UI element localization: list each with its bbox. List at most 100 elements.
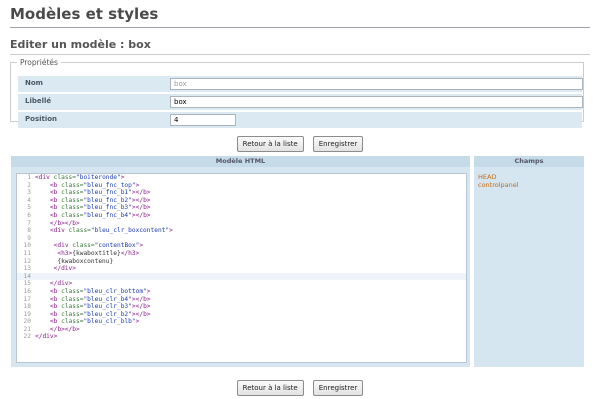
code-token: class= <box>61 318 84 326</box>
code-token: ></b> <box>131 189 151 197</box>
code-token: class= <box>61 295 84 303</box>
line-number: 22 <box>23 333 31 341</box>
code-token: ></b> <box>131 310 151 318</box>
fields-panel: HEAD controlpanel <box>474 167 584 367</box>
line-number: 11 <box>23 249 31 257</box>
code-line[interactable]: 19 <b class="bleu_clr_b2"></b> <box>17 311 466 319</box>
code-token: class= <box>72 242 95 250</box>
save-button[interactable]: Enregistrer <box>312 380 364 396</box>
code-token: class= <box>61 211 84 219</box>
code-line[interactable]: 21 </b></b> <box>17 326 466 334</box>
code-token: "bleu_clr_b3" <box>83 303 132 311</box>
code-token: "bleu_fnc_top" <box>83 181 136 189</box>
field-item-controlpanel[interactable]: controlpanel <box>478 181 584 189</box>
code-line[interactable]: 1 <div class="boiteronde"> <box>17 174 466 182</box>
property-label: Libellé <box>25 97 52 105</box>
line-number: 3 <box>27 189 31 197</box>
position-input[interactable] <box>170 114 236 126</box>
top-button-bar: Retour à la liste Enregistrer <box>0 131 600 152</box>
back-to-list-button[interactable]: Retour à la liste <box>236 136 304 152</box>
line-number: 7 <box>27 219 31 227</box>
code-line[interactable]: 15 </div> <box>17 280 466 288</box>
code-line[interactable]: 22 </div> <box>17 333 466 341</box>
code-token: <b <box>49 318 62 326</box>
code-token: "bleu_fnc_b3" <box>83 204 132 212</box>
page-title: Modèles et styles <box>10 5 590 28</box>
code-token: > <box>169 227 173 235</box>
code-editor[interactable]: 1 <div class="boiteronde"> 2 <b class="ble… <box>16 173 467 363</box>
code-token: </b></b> <box>49 219 80 227</box>
line-number: 20 <box>23 318 31 326</box>
line-number: 15 <box>23 280 31 288</box>
code-line[interactable]: 4 <b class="bleu_fnc_b2"></b> <box>17 197 466 205</box>
code-line[interactable]: 11 <h3>{kwaboxtitle}</h3> <box>17 250 466 258</box>
code-token: <b <box>49 310 62 318</box>
back-to-list-button[interactable]: Retour à la liste <box>236 380 304 396</box>
code-line[interactable]: 7 </b></b> <box>17 220 466 228</box>
label-input[interactable] <box>170 96 583 108</box>
code-line[interactable]: 9 <box>17 235 466 243</box>
property-row-position: Position <box>18 112 582 128</box>
code-line[interactable]: 12 {kwaboxcontenu} <box>17 258 466 266</box>
code-line[interactable]: 13 </div> <box>17 265 466 273</box>
line-number: 5 <box>27 204 31 212</box>
code-token: class= <box>61 196 84 204</box>
fields-column-header: Champs <box>474 156 584 167</box>
code-line[interactable]: 5 <b class="bleu_fnc_b3"></b> <box>17 204 466 212</box>
code-token: </div> <box>35 333 58 341</box>
line-number: 10 <box>23 242 31 250</box>
code-line[interactable]: 17 <b class="bleu_clr_b4"></b> <box>17 296 466 304</box>
code-line[interactable]: 18 <b class="bleu_clr_b3"></b> <box>17 303 466 311</box>
code-token: ></b> <box>131 295 151 303</box>
line-number: 17 <box>23 295 31 303</box>
code-token: ></b> <box>131 196 151 204</box>
line-number: 18 <box>23 303 31 311</box>
code-line[interactable]: 20 <b class="bleu_clr_blb"> <box>17 318 466 326</box>
code-token: </div> <box>49 280 73 288</box>
code-token: <b <box>49 189 62 197</box>
code-token: <div <box>53 242 73 250</box>
property-label: Position <box>25 115 58 123</box>
field-item-head[interactable]: HEAD <box>478 173 584 181</box>
section-title: Editer un modèle : box <box>10 38 590 55</box>
code-token: {kwaboxtitle} <box>72 249 121 257</box>
code-token: "bleu_clr_b4" <box>83 295 132 303</box>
name-input[interactable] <box>170 78 583 90</box>
code-line[interactable]: 3 <b class="bleu_fnc_b1"></b> <box>17 189 466 197</box>
code-line[interactable]: 2 <b class="bleu_fnc_top"> <box>17 182 466 190</box>
line-number: 16 <box>23 287 31 295</box>
line-number: 6 <box>27 211 31 219</box>
code-token: > <box>139 242 144 250</box>
code-token: </div> <box>53 265 76 273</box>
code-line[interactable]: 6 <b class="bleu_fnc_b4"></b> <box>17 212 466 220</box>
code-line[interactable]: 8 <div class="bleu_clr_boxcontent"> <box>17 227 466 235</box>
property-row-libelle: Libellé <box>18 94 583 110</box>
properties-fieldset: Propriétés Nom Libellé Position <box>10 58 584 128</box>
code-token: class= <box>61 181 84 189</box>
line-number: 9 <box>27 234 31 242</box>
code-token: <h3> <box>57 249 73 257</box>
code-token: class= <box>68 227 91 235</box>
code-token: > <box>146 287 151 295</box>
code-token: "bleu_clr_bottom" <box>83 287 147 295</box>
line-number: 4 <box>27 196 31 204</box>
code-line[interactable]: 14 <box>17 272 466 281</box>
code-token: </h3> <box>120 249 140 257</box>
code-line[interactable]: 16 <b class="bleu_clr_bottom"> <box>17 288 466 296</box>
code-line[interactable]: 10 <div class="contentBox"> <box>17 242 466 250</box>
save-button[interactable]: Enregistrer <box>312 136 364 152</box>
bottom-button-bar: Retour à la liste Enregistrer <box>0 375 600 396</box>
code-token: > <box>135 318 140 326</box>
template-column-header: Modèle HTML <box>11 156 470 167</box>
